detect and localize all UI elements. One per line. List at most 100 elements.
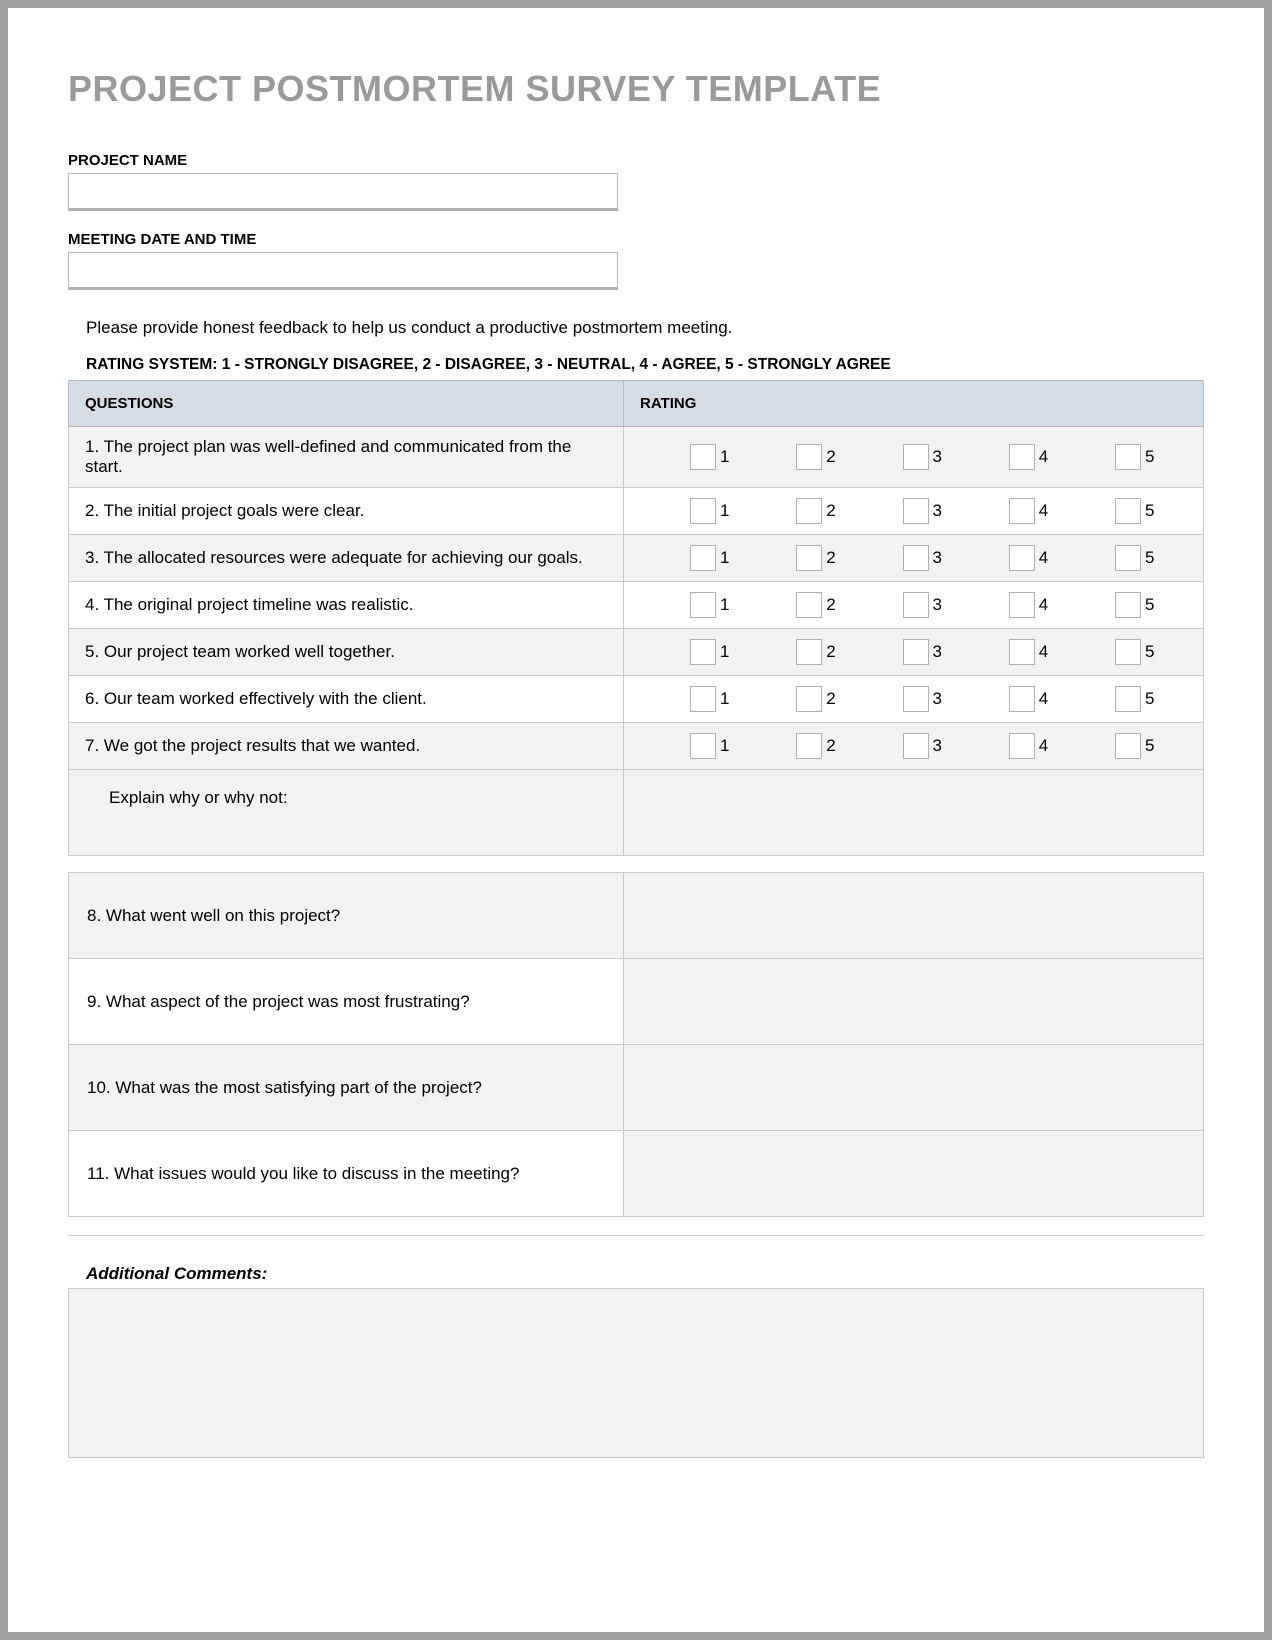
rating-number: 1 — [720, 642, 732, 662]
rating-checkbox[interactable] — [1115, 444, 1141, 470]
rating-checkbox[interactable] — [903, 686, 929, 712]
rating-checkbox[interactable] — [1115, 545, 1141, 571]
rating-checkbox[interactable] — [690, 545, 716, 571]
rating-checkbox[interactable] — [1009, 498, 1035, 524]
rating-option: 5 — [1115, 592, 1157, 618]
rating-checkbox[interactable] — [690, 733, 716, 759]
rating-option: 3 — [903, 686, 945, 712]
open-answer-cell[interactable] — [624, 1045, 1204, 1131]
rating-number: 2 — [826, 447, 838, 467]
rating-checkbox[interactable] — [690, 639, 716, 665]
rating-option: 4 — [1009, 545, 1051, 571]
question-row: 5. Our project team worked well together… — [69, 629, 1204, 676]
rating-checkbox[interactable] — [1009, 639, 1035, 665]
rating-checkbox[interactable] — [1009, 592, 1035, 618]
rating-option: 3 — [903, 444, 945, 470]
open-answer-cell[interactable] — [624, 959, 1204, 1045]
rating-option: 4 — [1009, 686, 1051, 712]
rating-legend: RATING SYSTEM: 1 - STRONGLY DISAGREE, 2 … — [86, 356, 1204, 374]
open-question-row: 10. What was the most satisfying part of… — [69, 1045, 1204, 1131]
rating-checkbox[interactable] — [903, 639, 929, 665]
explain-answer[interactable] — [624, 770, 1204, 856]
rating-option: 3 — [903, 545, 945, 571]
instruction-text: Please provide honest feedback to help u… — [86, 318, 1204, 338]
rating-option: 5 — [1115, 498, 1157, 524]
rating-checkbox[interactable] — [796, 733, 822, 759]
rating-number: 4 — [1039, 501, 1051, 521]
rating-checkbox[interactable] — [1115, 686, 1141, 712]
question-text: 2. The initial project goals were clear. — [69, 488, 624, 535]
rating-checkbox[interactable] — [1115, 639, 1141, 665]
rating-checkbox[interactable] — [796, 545, 822, 571]
page-title: PROJECT POSTMORTEM SURVEY TEMPLATE — [68, 68, 1204, 110]
rating-checkbox[interactable] — [1009, 686, 1035, 712]
rating-number: 4 — [1039, 548, 1051, 568]
rating-checkbox[interactable] — [903, 592, 929, 618]
rating-checkbox[interactable] — [903, 545, 929, 571]
open-answer-cell[interactable] — [624, 873, 1204, 959]
rating-number: 4 — [1039, 642, 1051, 662]
rating-checkbox[interactable] — [796, 639, 822, 665]
rating-cell: 12345 — [624, 676, 1204, 723]
question-row: 3. The allocated resources were adequate… — [69, 535, 1204, 582]
meeting-datetime-input[interactable] — [68, 252, 618, 290]
project-name-label: PROJECT NAME — [68, 152, 1204, 169]
rating-checkbox[interactable] — [903, 444, 929, 470]
rating-checkbox[interactable] — [690, 686, 716, 712]
rating-number: 4 — [1039, 447, 1051, 467]
rating-option: 5 — [1115, 545, 1157, 571]
rating-checkbox[interactable] — [903, 733, 929, 759]
open-question-row: 8. What went well on this project? — [69, 873, 1204, 959]
rating-number: 1 — [720, 689, 732, 709]
rating-number: 3 — [933, 642, 945, 662]
rating-option: 3 — [903, 639, 945, 665]
header-questions: QUESTIONS — [69, 381, 624, 427]
rating-cell: 12345 — [624, 488, 1204, 535]
rating-checkbox[interactable] — [1009, 733, 1035, 759]
rating-number: 3 — [933, 595, 945, 615]
rating-number: 1 — [720, 501, 732, 521]
rating-option: 4 — [1009, 733, 1051, 759]
question-row: 6. Our team worked effectively with the … — [69, 676, 1204, 723]
open-question-text: 10. What was the most satisfying part of… — [69, 1045, 624, 1131]
rating-option: 5 — [1115, 639, 1157, 665]
header-rating: RATING — [624, 381, 1204, 427]
rating-option: 1 — [690, 639, 732, 665]
rating-number: 2 — [826, 595, 838, 615]
rating-checkbox[interactable] — [796, 498, 822, 524]
question-row: 4. The original project timeline was rea… — [69, 582, 1204, 629]
comments-input[interactable] — [68, 1288, 1204, 1458]
rating-number: 5 — [1145, 642, 1157, 662]
question-row: 7. We got the project results that we wa… — [69, 723, 1204, 770]
rating-checkbox[interactable] — [1115, 498, 1141, 524]
survey-page: PROJECT POSTMORTEM SURVEY TEMPLATE PROJE… — [8, 8, 1264, 1632]
open-question-text: 9. What aspect of the project was most f… — [69, 959, 624, 1045]
rating-checkbox[interactable] — [690, 444, 716, 470]
rating-checkbox[interactable] — [1115, 592, 1141, 618]
rating-checkbox[interactable] — [796, 686, 822, 712]
rating-option: 1 — [690, 545, 732, 571]
rating-option: 2 — [796, 733, 838, 759]
rating-checkbox[interactable] — [1009, 444, 1035, 470]
rating-checkbox[interactable] — [690, 498, 716, 524]
rating-checkbox[interactable] — [796, 592, 822, 618]
rating-number: 5 — [1145, 689, 1157, 709]
project-name-input[interactable] — [68, 173, 618, 211]
rating-checkbox[interactable] — [1009, 545, 1035, 571]
meeting-datetime-label: MEETING DATE AND TIME — [68, 231, 1204, 248]
rating-checkbox[interactable] — [690, 592, 716, 618]
open-answer-cell[interactable] — [624, 1131, 1204, 1217]
rating-checkbox[interactable] — [796, 444, 822, 470]
rating-number: 3 — [933, 447, 945, 467]
rating-option: 2 — [796, 498, 838, 524]
question-text: 5. Our project team worked well together… — [69, 629, 624, 676]
rating-number: 5 — [1145, 447, 1157, 467]
rating-option: 2 — [796, 592, 838, 618]
rating-option: 5 — [1115, 686, 1157, 712]
rating-checkbox[interactable] — [903, 498, 929, 524]
rating-cell: 12345 — [624, 723, 1204, 770]
rating-option: 1 — [690, 444, 732, 470]
rating-option: 2 — [796, 639, 838, 665]
rating-option: 2 — [796, 545, 838, 571]
rating-checkbox[interactable] — [1115, 733, 1141, 759]
